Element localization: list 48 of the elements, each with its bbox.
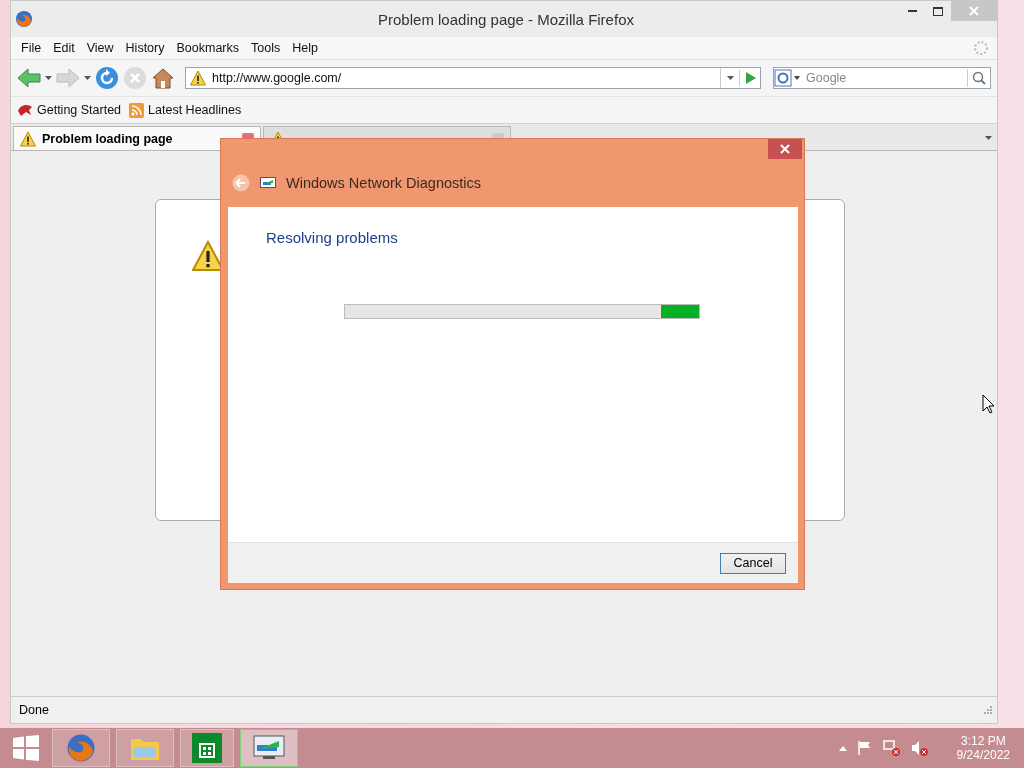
resize-grip-icon[interactable]	[983, 705, 993, 715]
minimize-icon	[907, 10, 917, 12]
reload-icon[interactable]	[95, 66, 119, 90]
menu-item[interactable]: Help	[286, 41, 324, 55]
browser-tab[interactable]: Problem loading page	[13, 126, 261, 150]
search-input[interactable]: Google	[802, 71, 967, 85]
dialog-heading: Resolving problems	[266, 229, 399, 246]
bookmark-item[interactable]: Getting Started	[17, 103, 122, 117]
close-icon	[780, 144, 790, 154]
status-text: Done	[19, 703, 50, 717]
firefox-icon	[66, 733, 96, 763]
taskbar-button[interactable]	[240, 729, 298, 767]
show-hidden-icons[interactable]	[838, 745, 847, 751]
warning-icon	[20, 130, 36, 147]
caret-icon[interactable]	[84, 76, 91, 80]
speaker-muted-icon[interactable]	[910, 740, 929, 756]
menu-item[interactable]: View	[80, 41, 120, 55]
dialog-title: Windows Network Diagnostics	[286, 175, 481, 191]
cancel-button[interactable]: Cancel	[720, 552, 786, 574]
address-field[interactable]: http://www.google.com/	[185, 67, 761, 89]
search-engine-icon[interactable]	[774, 69, 802, 87]
menu-item[interactable]: Tools	[245, 41, 287, 55]
maximize-icon	[933, 6, 943, 16]
window-title: Problem loading page - Mozilla Firefox	[377, 10, 635, 28]
search-field[interactable]: Google	[773, 67, 991, 89]
flag-icon[interactable]	[856, 740, 873, 756]
bookmark-icon	[17, 103, 33, 117]
store-icon	[192, 733, 222, 763]
menu-item[interactable]: File	[15, 41, 48, 55]
menu-item[interactable]: Bookmarks	[170, 41, 245, 55]
home-icon[interactable]	[151, 67, 175, 89]
mouse-pointer-icon	[982, 394, 996, 414]
close-button[interactable]	[768, 139, 802, 159]
dropdown-icon[interactable]	[726, 76, 734, 80]
caret-icon[interactable]	[45, 76, 52, 80]
caret-icon[interactable]	[984, 136, 992, 140]
warning-icon	[190, 70, 206, 86]
back-arrow-icon[interactable]	[17, 68, 41, 88]
throbber-icon	[973, 40, 989, 56]
menu-item[interactable]: Edit	[47, 41, 81, 55]
rss-feed-icon	[129, 102, 145, 118]
firefox-icon	[15, 10, 33, 28]
bookmark-item[interactable]: Latest Headlines	[129, 102, 242, 118]
network-error-icon[interactable]	[882, 740, 901, 756]
menu-item[interactable]: History	[119, 41, 171, 55]
close-icon	[969, 6, 979, 16]
network-diagnostics-icon	[253, 735, 285, 761]
network-diagnostics-icon	[260, 176, 276, 190]
